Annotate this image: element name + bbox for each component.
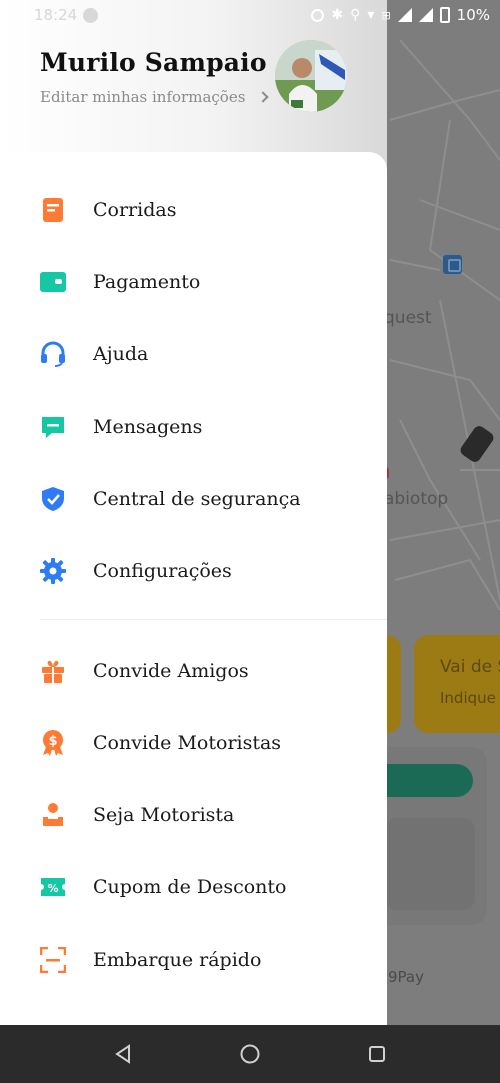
menu-item-label: Pagamento	[93, 271, 201, 293]
message-icon	[40, 414, 66, 440]
chevron-right-icon	[257, 91, 270, 103]
promo-card-title: Vai de S	[440, 657, 500, 677]
recents-button[interactable]	[364, 1041, 390, 1067]
menu-item-convide-amigos[interactable]: Convide Amigos	[0, 641, 387, 701]
menu-item-label: Convide Amigos	[93, 660, 249, 682]
edit-profile-link[interactable]: Editar minhas informações	[40, 88, 270, 106]
user-name: Murilo Sampaio	[40, 48, 267, 77]
shield-check-icon	[40, 486, 66, 512]
menu-item-central-seguranca[interactable]: Central de segurança	[0, 469, 387, 529]
menu-item-configuracoes[interactable]: Configurações	[0, 541, 387, 601]
menu-item-mensagens[interactable]: Mensagens	[0, 397, 387, 457]
scan-icon	[40, 947, 66, 973]
pay-label: 9Pay	[388, 968, 424, 986]
avatar-photo	[275, 40, 347, 112]
navigation-drawer: Murilo Sampaio Editar minhas informações…	[0, 0, 387, 1025]
menu-divider	[40, 619, 387, 620]
status-time: 18:24	[34, 6, 78, 24]
recents-icon	[368, 1046, 385, 1062]
coupon-icon: %	[40, 874, 66, 900]
wifi-icon: ▾	[367, 7, 375, 23]
wallet-icon	[40, 269, 66, 295]
driver-icon	[40, 802, 66, 828]
status-bar: 18:24 ✱ ⚲ ▾ ⊞ 10%	[0, 0, 500, 30]
battery-percent: 10%	[456, 6, 490, 24]
home-button[interactable]	[237, 1041, 263, 1067]
location-icon: ⚲	[350, 7, 361, 23]
destination-button[interactable]	[375, 764, 473, 797]
menu-item-label: Embarque rápido	[93, 949, 262, 971]
svg-text:%: %	[47, 882, 58, 895]
avatar[interactable]	[275, 40, 347, 112]
menu-item-label: Mensagens	[93, 416, 203, 438]
gift-icon	[40, 658, 66, 684]
menu-item-label: Central de segurança	[93, 488, 301, 510]
bluetooth-icon: ✱	[331, 7, 344, 23]
dollar-badge-icon: $	[40, 730, 66, 756]
menu-item-corridas[interactable]: Corridas	[0, 180, 387, 240]
home-icon	[240, 1044, 260, 1064]
menu-item-label: Corridas	[93, 199, 177, 221]
map-label: quest	[384, 308, 432, 328]
back-button[interactable]	[110, 1041, 136, 1067]
menu-item-label: Convide Motoristas	[93, 732, 282, 754]
map-label: abiotop	[384, 489, 449, 509]
menu-item-cupom-desconto[interactable]: % Cupom de Desconto	[0, 857, 387, 917]
panel-inner-box	[385, 818, 475, 910]
app-notification-icon	[83, 7, 99, 23]
menu-item-seja-motorista[interactable]: Seja Motorista	[0, 785, 387, 845]
menu-item-convide-motoristas[interactable]: $ Convide Motoristas	[0, 713, 387, 773]
gear-icon	[40, 558, 66, 584]
menu-item-label: Seja Motorista	[93, 804, 235, 826]
alarm-icon	[311, 8, 325, 22]
menu-item-embarque-rapido[interactable]: Embarque rápido	[0, 930, 387, 990]
menu-item-label: Cupom de Desconto	[93, 876, 287, 898]
menu-item-ajuda[interactable]: Ajuda	[0, 324, 387, 384]
promo-card-subtitle: Indique	[440, 689, 496, 707]
signal-2-icon	[418, 8, 433, 22]
menu-card: Corridas Pagamento Ajuda Mensagens Centr	[0, 152, 387, 1025]
status-icons: ✱ ⚲ ▾ ⊞ 10%	[311, 6, 490, 24]
svg-text:$: $	[48, 734, 57, 749]
receipt-icon	[40, 197, 66, 223]
headset-icon	[40, 341, 66, 367]
menu-item-label: Ajuda	[93, 343, 149, 365]
edit-profile-label: Editar minhas informações	[40, 88, 246, 106]
promo-card[interactable]: Vai de S Indique	[414, 635, 500, 733]
back-icon	[115, 1044, 131, 1064]
system-navigation-bar	[0, 1025, 500, 1083]
battery-icon	[439, 7, 450, 23]
bus-stop-icon	[443, 255, 462, 274]
profile-header[interactable]: Murilo Sampaio Editar minhas informações	[0, 30, 387, 155]
menu-item-label: Configurações	[93, 560, 232, 582]
signal-1-icon	[397, 8, 412, 22]
menu-item-pagamento[interactable]: Pagamento	[0, 252, 387, 312]
volte-icon: ⊞	[381, 8, 391, 22]
